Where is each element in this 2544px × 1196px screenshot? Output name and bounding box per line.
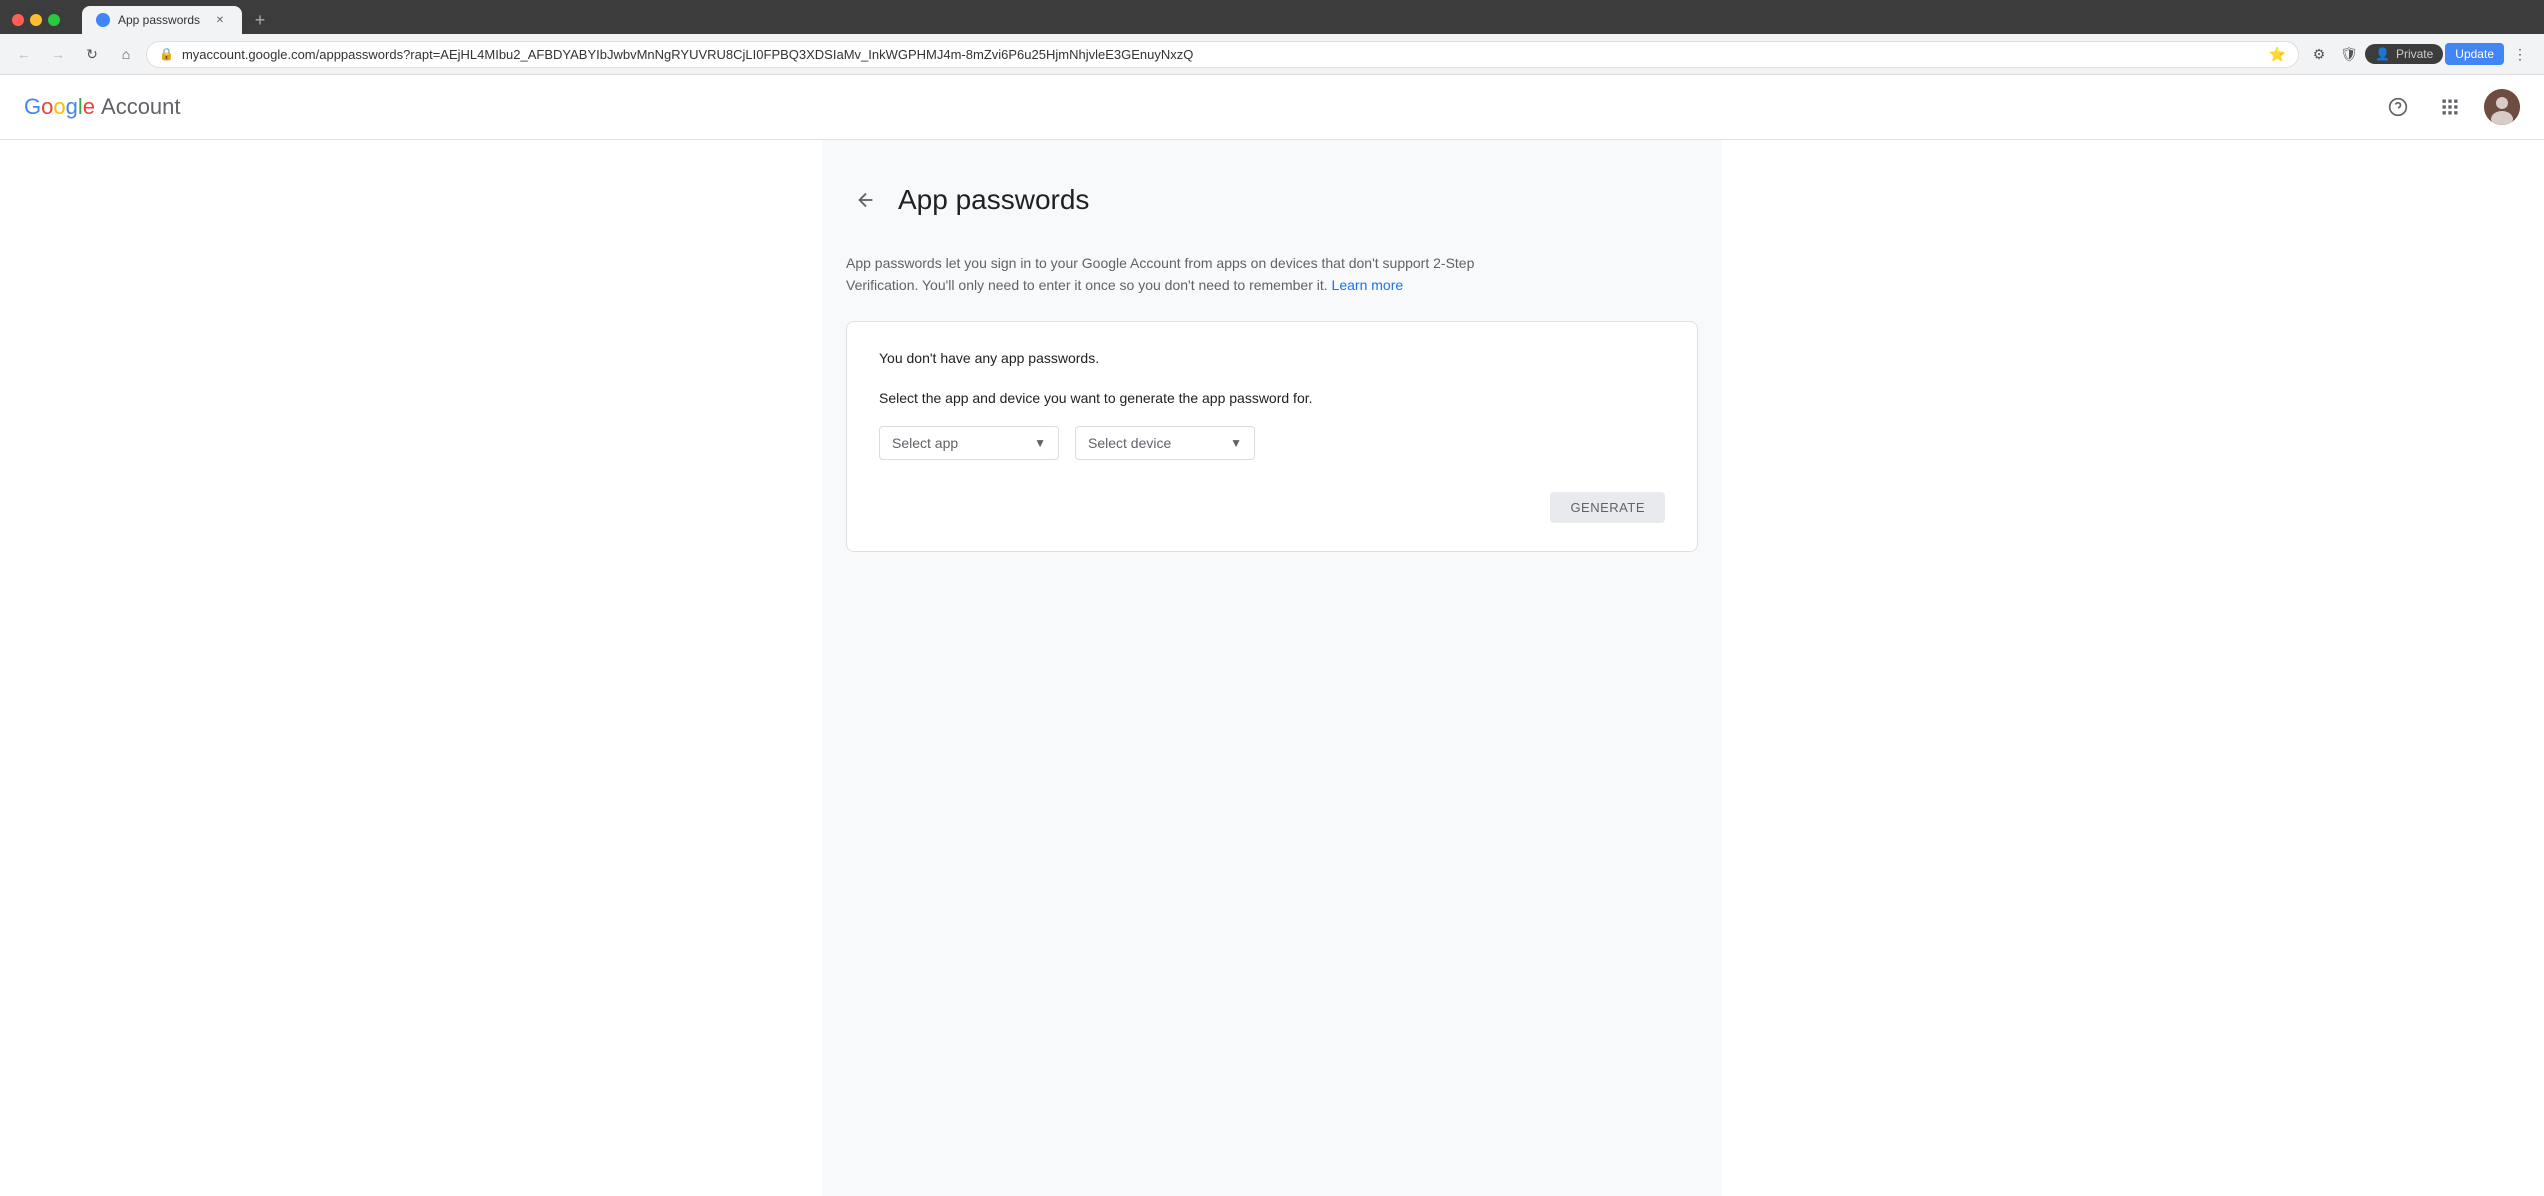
user-avatar[interactable] bbox=[2484, 89, 2520, 125]
toolbar-right-buttons: ⚙ 🛡 👤 Private Update ⋮ bbox=[2305, 40, 2534, 68]
avatar-image bbox=[2484, 89, 2520, 125]
extensions-button[interactable]: ⚙ bbox=[2305, 40, 2333, 68]
help-button[interactable] bbox=[2380, 89, 2416, 125]
select-app-wrapper: Select app ▼ bbox=[879, 426, 1059, 460]
address-bar-search-icon: ⭐ bbox=[2269, 46, 2286, 63]
reload-button[interactable]: ↻ bbox=[78, 40, 106, 68]
select-device-dropdown[interactable]: Select device ▼ bbox=[1075, 426, 1255, 460]
tab-title: App passwords bbox=[118, 13, 204, 27]
shield-icon[interactable]: 🛡 bbox=[2335, 40, 2363, 68]
minimize-window-button[interactable] bbox=[30, 14, 42, 26]
page-content: Google Account bbox=[0, 75, 2544, 1196]
security-lock-icon: 🔒 bbox=[159, 47, 174, 61]
select-device-label: Select device bbox=[1088, 435, 1171, 451]
maximize-window-button[interactable] bbox=[48, 14, 60, 26]
new-tab-button[interactable]: + bbox=[246, 6, 274, 34]
main-content: App passwords App passwords let you sign… bbox=[822, 140, 1722, 1196]
page-header: App passwords bbox=[846, 180, 1698, 220]
private-icon: 👤 bbox=[2375, 47, 2390, 61]
update-button[interactable]: Update bbox=[2445, 43, 2504, 65]
generate-button[interactable]: GENERATE bbox=[1550, 492, 1665, 523]
select-app-label: Select app bbox=[892, 435, 958, 451]
select-device-wrapper: Select device ▼ bbox=[1075, 426, 1255, 460]
header-right-actions bbox=[2380, 89, 2520, 125]
browser-tab[interactable]: App passwords ✕ bbox=[82, 6, 242, 34]
tab-favicon-icon bbox=[96, 13, 110, 27]
account-text: Account bbox=[101, 94, 181, 120]
no-passwords-message: You don't have any app passwords. bbox=[879, 350, 1665, 366]
back-arrow-icon bbox=[855, 189, 877, 211]
grid-icon bbox=[2440, 97, 2460, 117]
private-mode-badge: 👤 Private bbox=[2365, 44, 2443, 64]
home-button[interactable]: ⌂ bbox=[112, 40, 140, 68]
logo-letter-o1: o bbox=[41, 94, 53, 120]
select-app-arrow-icon: ▼ bbox=[1034, 436, 1046, 450]
url-display: myaccount.google.com/apppasswords?rapt=A… bbox=[182, 47, 2261, 62]
generate-row: GENERATE bbox=[879, 492, 1665, 523]
selects-row: Select app ▼ Select device ▼ bbox=[879, 426, 1665, 460]
forward-nav-button[interactable]: → bbox=[44, 40, 72, 68]
select-app-dropdown[interactable]: Select app ▼ bbox=[879, 426, 1059, 460]
tab-close-button[interactable]: ✕ bbox=[212, 12, 228, 28]
logo-letter-g2: g bbox=[66, 94, 78, 120]
page-description: App passwords let you sign in to your Go… bbox=[846, 252, 1546, 297]
select-device-arrow-icon: ▼ bbox=[1230, 436, 1242, 450]
menu-button[interactable]: ⋮ bbox=[2506, 40, 2534, 68]
app-passwords-card: You don't have any app passwords. Select… bbox=[846, 321, 1698, 552]
logo-letter-o2: o bbox=[53, 94, 65, 120]
browser-toolbar: ← → ↻ ⌂ 🔒 myaccount.google.com/apppasswo… bbox=[0, 34, 2544, 75]
google-account-logo: Google Account bbox=[24, 94, 181, 120]
browser-chrome: App passwords ✕ + ← → ↻ ⌂ 🔒 myaccount.go… bbox=[0, 0, 2544, 75]
back-nav-button[interactable]: ← bbox=[10, 40, 38, 68]
select-prompt-text: Select the app and device you want to ge… bbox=[879, 390, 1665, 406]
apps-button[interactable] bbox=[2432, 89, 2468, 125]
close-window-button[interactable] bbox=[12, 14, 24, 26]
back-button[interactable] bbox=[846, 180, 886, 220]
help-circle-icon bbox=[2388, 97, 2408, 117]
address-bar[interactable]: 🔒 myaccount.google.com/apppasswords?rapt… bbox=[146, 41, 2299, 68]
learn-more-link[interactable]: Learn more bbox=[1332, 277, 1404, 293]
private-label: Private bbox=[2396, 47, 2433, 61]
logo-letter-e: e bbox=[83, 94, 95, 120]
google-account-header: Google Account bbox=[0, 75, 2544, 140]
logo-letter-g: G bbox=[24, 94, 41, 120]
page-title: App passwords bbox=[898, 184, 1089, 216]
